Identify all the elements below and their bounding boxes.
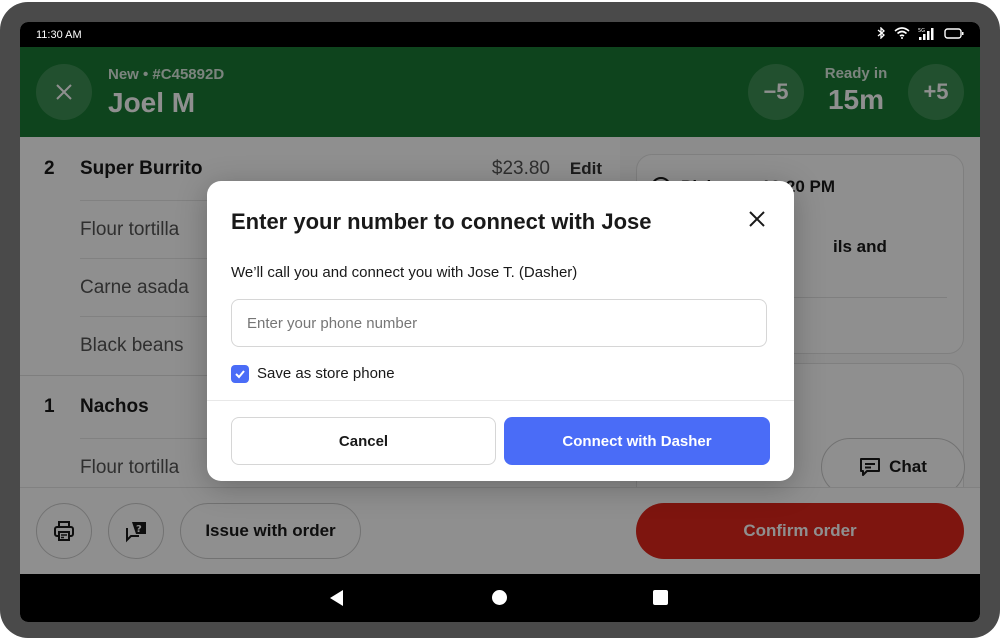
close-icon: [749, 211, 765, 227]
phone-number-input[interactable]: [231, 299, 767, 347]
connect-dasher-dialog: Enter your number to connect with Jose W…: [207, 181, 794, 481]
dialog-divider: [207, 400, 794, 401]
tablet-frame: 11:30 AM 5G New • #C45892D Joel M −5 Rea…: [0, 2, 1000, 638]
dialog-description: We’ll call you and connect you with Jose…: [231, 264, 578, 281]
screen: 11:30 AM 5G New • #C45892D Joel M −5 Rea…: [20, 22, 980, 622]
status-time: 11:30 AM: [36, 28, 82, 41]
status-icons: 5G: [876, 26, 964, 43]
battery-icon: [944, 27, 964, 42]
save-as-store-phone-checkbox[interactable]: [231, 365, 249, 383]
recent-apps-icon[interactable]: [653, 590, 668, 605]
android-nav-bar: [20, 574, 980, 622]
save-as-store-phone-label[interactable]: Save as store phone: [257, 365, 395, 382]
close-dialog-button[interactable]: [743, 205, 771, 233]
back-icon[interactable]: [330, 590, 343, 606]
checkmark-icon: [235, 370, 245, 379]
bluetooth-icon: [876, 26, 886, 42]
home-icon[interactable]: [492, 590, 507, 605]
svg-text:5G: 5G: [918, 28, 925, 34]
connect-with-dasher-button[interactable]: Connect with Dasher: [504, 417, 770, 465]
status-bar: 11:30 AM 5G: [20, 22, 980, 47]
signal-5g-icon: 5G: [918, 27, 936, 43]
wifi-icon: [894, 27, 910, 42]
dialog-title: Enter your number to connect with Jose: [231, 209, 652, 234]
cancel-button[interactable]: Cancel: [231, 417, 496, 465]
